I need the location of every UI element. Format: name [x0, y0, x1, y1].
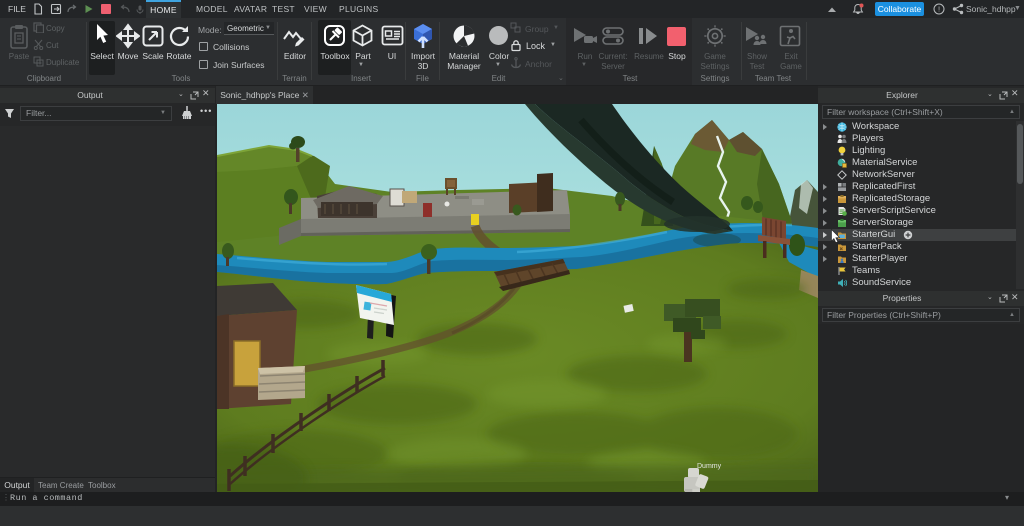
svg-text:!: ! [938, 5, 940, 14]
svg-text:Dummy: Dummy [697, 463, 722, 470]
